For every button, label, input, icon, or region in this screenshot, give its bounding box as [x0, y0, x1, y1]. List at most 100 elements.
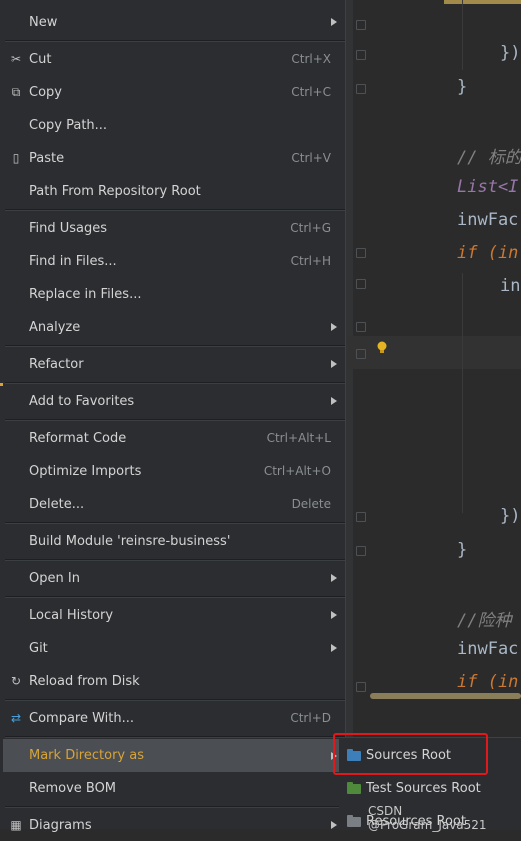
menu-item-mark-directory-as[interactable]: Mark Directory as [3, 739, 345, 772]
horizontal-scrollbar[interactable] [370, 693, 521, 699]
menu-separator [5, 736, 345, 738]
menu-item-label: Analyze [29, 319, 81, 335]
menu-item-paste[interactable]: ▯ Paste Ctrl+V [3, 142, 345, 174]
fold-marker-icon[interactable] [354, 510, 366, 522]
menu-item-path-from-repository-root[interactable]: Path From Repository Root [3, 175, 345, 207]
menu-item-label: Reload from Disk [29, 673, 140, 689]
fold-marker-icon[interactable] [354, 48, 366, 60]
menu-item-shortcut: Ctrl+H [290, 254, 331, 268]
menu-item-label: Mark Directory as [29, 748, 144, 763]
menu-item-find-usages[interactable]: Find Usages Ctrl+G [3, 212, 345, 244]
menu-item-shortcut: Delete [291, 497, 331, 511]
code-line: } [457, 540, 468, 560]
menu-item-replace-in-files[interactable]: Replace in Files... [3, 278, 345, 310]
fold-marker-icon[interactable] [354, 277, 366, 289]
menu-item-label: Build Module 'reinsre-business' [29, 533, 231, 549]
menu-item-label: Add to Favorites [29, 393, 135, 409]
menu-separator [5, 559, 345, 561]
menu-item-open-in[interactable]: Open In [3, 562, 345, 594]
menu-item-shortcut: Ctrl+C [291, 85, 331, 99]
menu-item-diagrams[interactable]: ▦ Diagrams [3, 809, 345, 841]
menu-item-label: Delete... [29, 496, 85, 512]
fold-marker-icon[interactable] [354, 320, 366, 332]
indent-guide [462, 0, 463, 70]
menu-item-label: Find in Files... [29, 253, 117, 269]
folder-icon [347, 781, 361, 794]
lightbulb-icon[interactable] [376, 341, 388, 355]
menu-item-label: New [29, 14, 58, 30]
menu-item-remove-bom[interactable]: Remove BOM [3, 772, 345, 804]
fold-marker-icon[interactable] [354, 544, 366, 556]
fold-marker-icon[interactable] [354, 680, 366, 692]
menu-separator [5, 699, 345, 701]
menu-item-label: Replace in Files... [29, 286, 142, 302]
menu-item-label: Git [29, 640, 48, 656]
watermark: CSDN @ProGram_Java521 [368, 804, 487, 832]
menu-item-add-to-favorites[interactable]: Add to Favorites [3, 385, 345, 417]
menu-item-refactor[interactable]: Refactor [3, 348, 345, 380]
code-line: if (in [457, 243, 519, 263]
menu-item-find-in-files[interactable]: Find in Files... Ctrl+H [3, 245, 345, 277]
submenu-arrow-icon [331, 360, 337, 368]
menu-separator [5, 345, 345, 347]
code-line: inwFac [457, 210, 519, 230]
current-line-highlight [348, 336, 521, 369]
menu-item-label: Local History [29, 607, 114, 623]
menu-separator [5, 419, 345, 421]
code-line: inwFac [457, 639, 519, 659]
code-line: if (in [457, 672, 519, 692]
indent-guide [462, 273, 463, 513]
submenu-item-label: Test Sources Root [366, 781, 481, 796]
menu-item-copy[interactable]: ⧉ Copy Ctrl+C [3, 76, 345, 108]
submenu-arrow-icon [331, 18, 337, 26]
menu-item-new[interactable]: New [3, 6, 345, 38]
menu-item-reload-from-disk[interactable]: ↻ Reload from Disk [3, 665, 345, 697]
menu-item-label: Cut [29, 51, 52, 67]
menu-item-local-history[interactable]: Local History [3, 599, 345, 631]
menu-separator [5, 596, 345, 598]
fold-marker-icon[interactable] [354, 246, 366, 258]
menu-item-shortcut: Ctrl+D [290, 711, 331, 725]
code-line: } [457, 77, 468, 97]
reload-icon: ↻ [10, 674, 22, 688]
menu-item-label: Find Usages [29, 220, 108, 236]
menu-item-copy-path[interactable]: Copy Path... [3, 109, 345, 141]
menu-item-reformat-code[interactable]: Reformat Code Ctrl+Alt+L [3, 422, 345, 454]
menu-item-label: Copy Path... [29, 117, 108, 133]
code-comment: //险种 [457, 611, 512, 631]
code-line: }) [500, 43, 521, 63]
menu-separator [5, 40, 345, 42]
submenu-arrow-icon [331, 644, 337, 652]
menu-item-label: Compare With... [29, 710, 135, 726]
fold-marker-icon[interactable] [354, 347, 366, 359]
compare-icon: ⇄ [10, 711, 22, 725]
menu-item-analyze[interactable]: Analyze [3, 311, 345, 343]
fold-marker-icon[interactable] [354, 18, 366, 30]
menu-item-label: Diagrams [29, 817, 92, 833]
submenu-arrow-icon [331, 574, 337, 582]
menu-item-optimize-imports[interactable]: Optimize Imports Ctrl+Alt+O [3, 455, 345, 487]
clipboard-icon: ▯ [12, 151, 20, 165]
menu-separator [5, 209, 345, 211]
menu-item-git[interactable]: Git [3, 632, 345, 664]
submenu-item-test-sources-root[interactable]: Test Sources Root [339, 772, 521, 805]
code-line: List<I [457, 177, 519, 197]
diagram-icon: ▦ [10, 818, 22, 832]
menu-item-compare-with[interactable]: ⇄ Compare With... Ctrl+D [3, 702, 345, 734]
menu-item-label: Open In [29, 570, 80, 586]
submenu-arrow-icon [331, 323, 337, 331]
menu-item-label: Path From Repository Root [29, 183, 201, 199]
scissors-icon: ✂ [10, 52, 22, 66]
menu-separator [5, 522, 345, 524]
menu-item-shortcut: Ctrl+Alt+L [266, 431, 331, 445]
menu-item-label: Refactor [29, 356, 84, 372]
menu-item-delete[interactable]: Delete... Delete [3, 488, 345, 520]
submenu-arrow-icon [331, 821, 337, 829]
menu-item-build-module[interactable]: Build Module 'reinsre-business' [3, 525, 345, 557]
menu-item-cut[interactable]: ✂ Cut Ctrl+X [3, 43, 345, 75]
editor-gutter [345, 0, 353, 829]
editor-top-indicator [444, 0, 521, 4]
submenu-arrow-icon [331, 397, 337, 405]
fold-marker-icon[interactable] [354, 82, 366, 94]
menu-item-shortcut: Ctrl+G [290, 221, 331, 235]
